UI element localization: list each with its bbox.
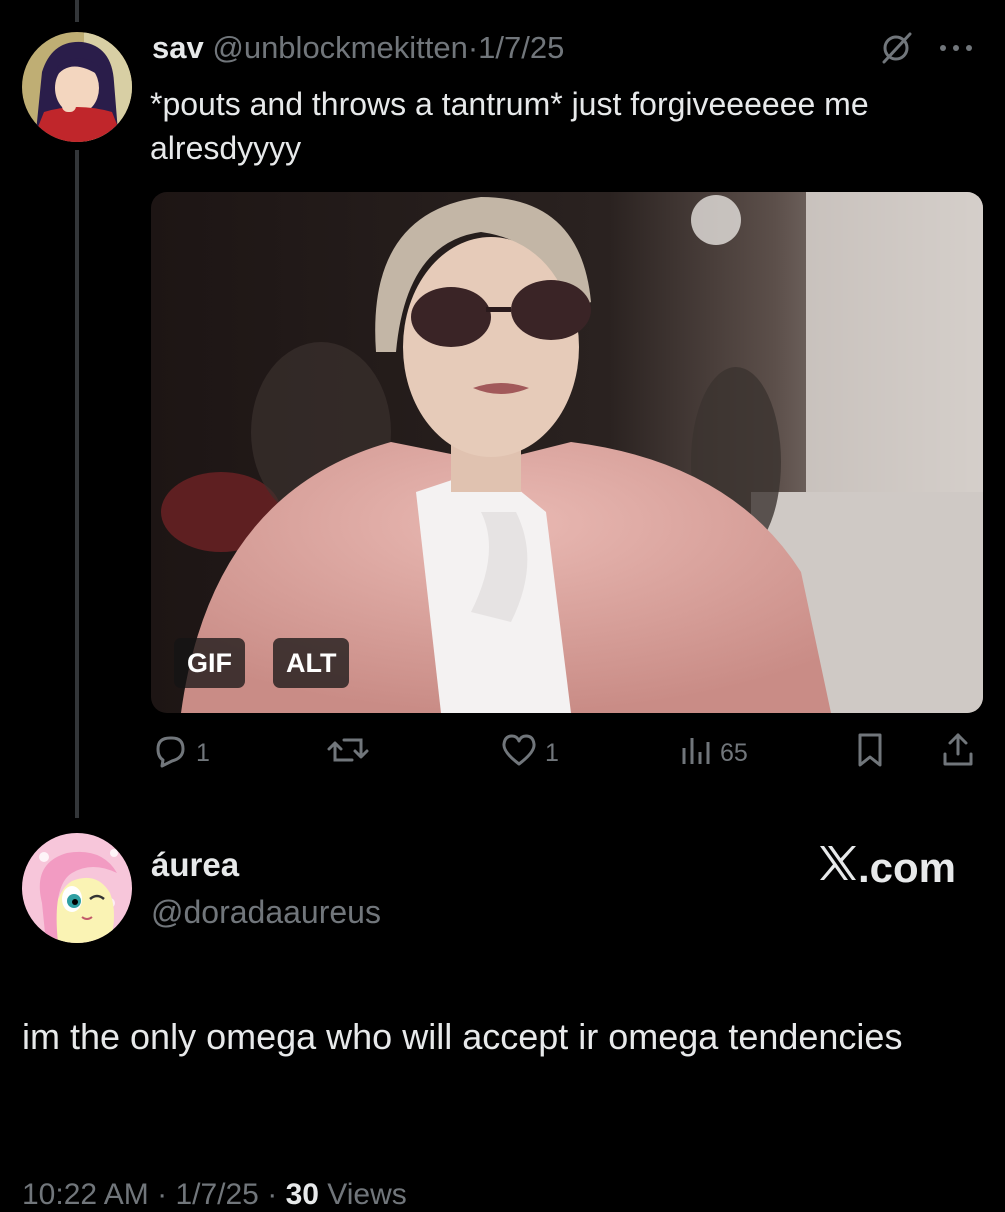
retweet-icon (326, 730, 370, 777)
reply-user-handle[interactable]: @doradaaureus (151, 894, 381, 931)
reply-avatar[interactable] (22, 833, 132, 943)
x-com-logo: .com (818, 844, 956, 892)
reply-display-name[interactable]: áurea (151, 846, 239, 884)
reply-text: im the only omega who will accept ir ome… (22, 1016, 903, 1057)
like-button[interactable]: 1 (499, 730, 559, 777)
tweet-header: sav @unblockmekitten·1/7/25 (152, 30, 564, 66)
separator: · (267, 1178, 278, 1211)
thread-line-top (75, 0, 79, 22)
reply-footer: 10:22 AM · 1/7/25 · 30 Views (22, 1178, 407, 1212)
gif-image (151, 192, 983, 713)
bookmark-icon (852, 730, 888, 777)
translate-off-icon[interactable] (878, 30, 914, 71)
gif-badge: GIF (174, 638, 245, 688)
reply-views-label: Views (327, 1178, 407, 1211)
share-icon (940, 730, 976, 777)
like-icon (499, 730, 539, 777)
tweet-top-icons (878, 30, 976, 71)
avatar[interactable] (22, 32, 132, 142)
x-logo-icon (818, 844, 858, 892)
like-count: 1 (545, 739, 559, 767)
reply-views-count: 30 (285, 1178, 319, 1211)
reply-count: 1 (196, 739, 210, 767)
reply-button[interactable]: 1 (150, 730, 210, 777)
views-icon (678, 730, 714, 777)
tweet-gif-media[interactable] (151, 192, 983, 713)
user-handle[interactable]: @unblockmekitten (212, 30, 467, 65)
separator: · (157, 1178, 168, 1211)
bookmark-button[interactable] (852, 730, 888, 777)
views-count: 65 (720, 739, 748, 767)
separator: · (467, 30, 479, 65)
more-icon[interactable] (936, 38, 976, 63)
alt-badge[interactable]: ALT (273, 638, 350, 688)
reply-time[interactable]: 10:22 AM (22, 1178, 149, 1211)
tweet-text: *pouts and throws a tantrum* just forgiv… (150, 86, 869, 166)
tweet-actions: 1 1 65 (150, 730, 980, 774)
reply-date[interactable]: 1/7/25 (175, 1178, 258, 1211)
views-button[interactable]: 65 (678, 730, 748, 777)
tweet-date[interactable]: 1/7/25 (478, 30, 564, 65)
retweet-button[interactable] (326, 730, 370, 777)
share-button[interactable] (940, 730, 976, 777)
brand-domain: .com (858, 844, 957, 891)
display-name[interactable]: sav (152, 30, 204, 65)
thread-line (75, 150, 79, 818)
reply-icon (150, 730, 190, 777)
